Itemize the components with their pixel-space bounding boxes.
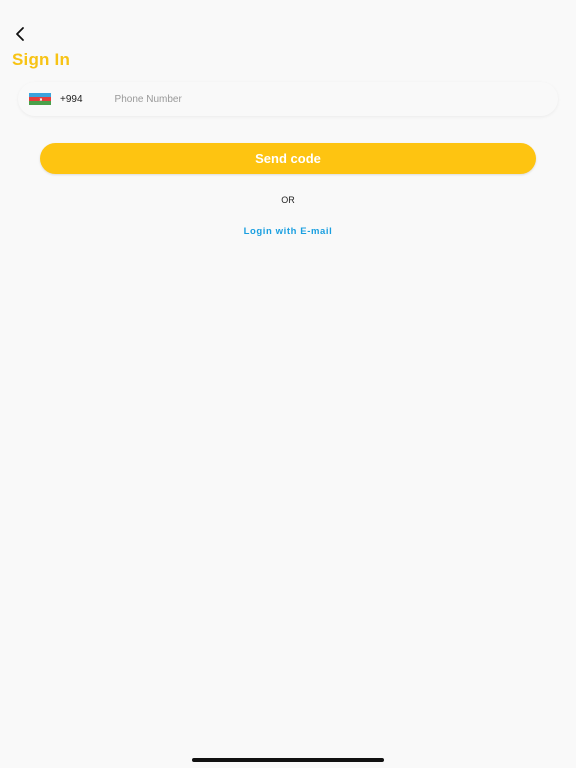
phone-number-input[interactable] — [112, 92, 497, 106]
send-code-button[interactable]: Send code — [40, 143, 536, 174]
page-title: Sign In — [12, 50, 71, 69]
or-divider-label: OR — [281, 195, 295, 205]
phone-number-field: +994 — [18, 82, 558, 116]
login-with-email-link[interactable]: Login with E-mail — [0, 226, 576, 237]
home-indicator[interactable] — [192, 758, 384, 762]
azerbaijan-flag-icon — [29, 93, 51, 105]
country-code-picker[interactable]: +994 — [18, 82, 83, 116]
back-button[interactable] — [10, 24, 30, 44]
chevron-left-icon — [16, 27, 24, 41]
country-code: +994 — [60, 93, 83, 105]
